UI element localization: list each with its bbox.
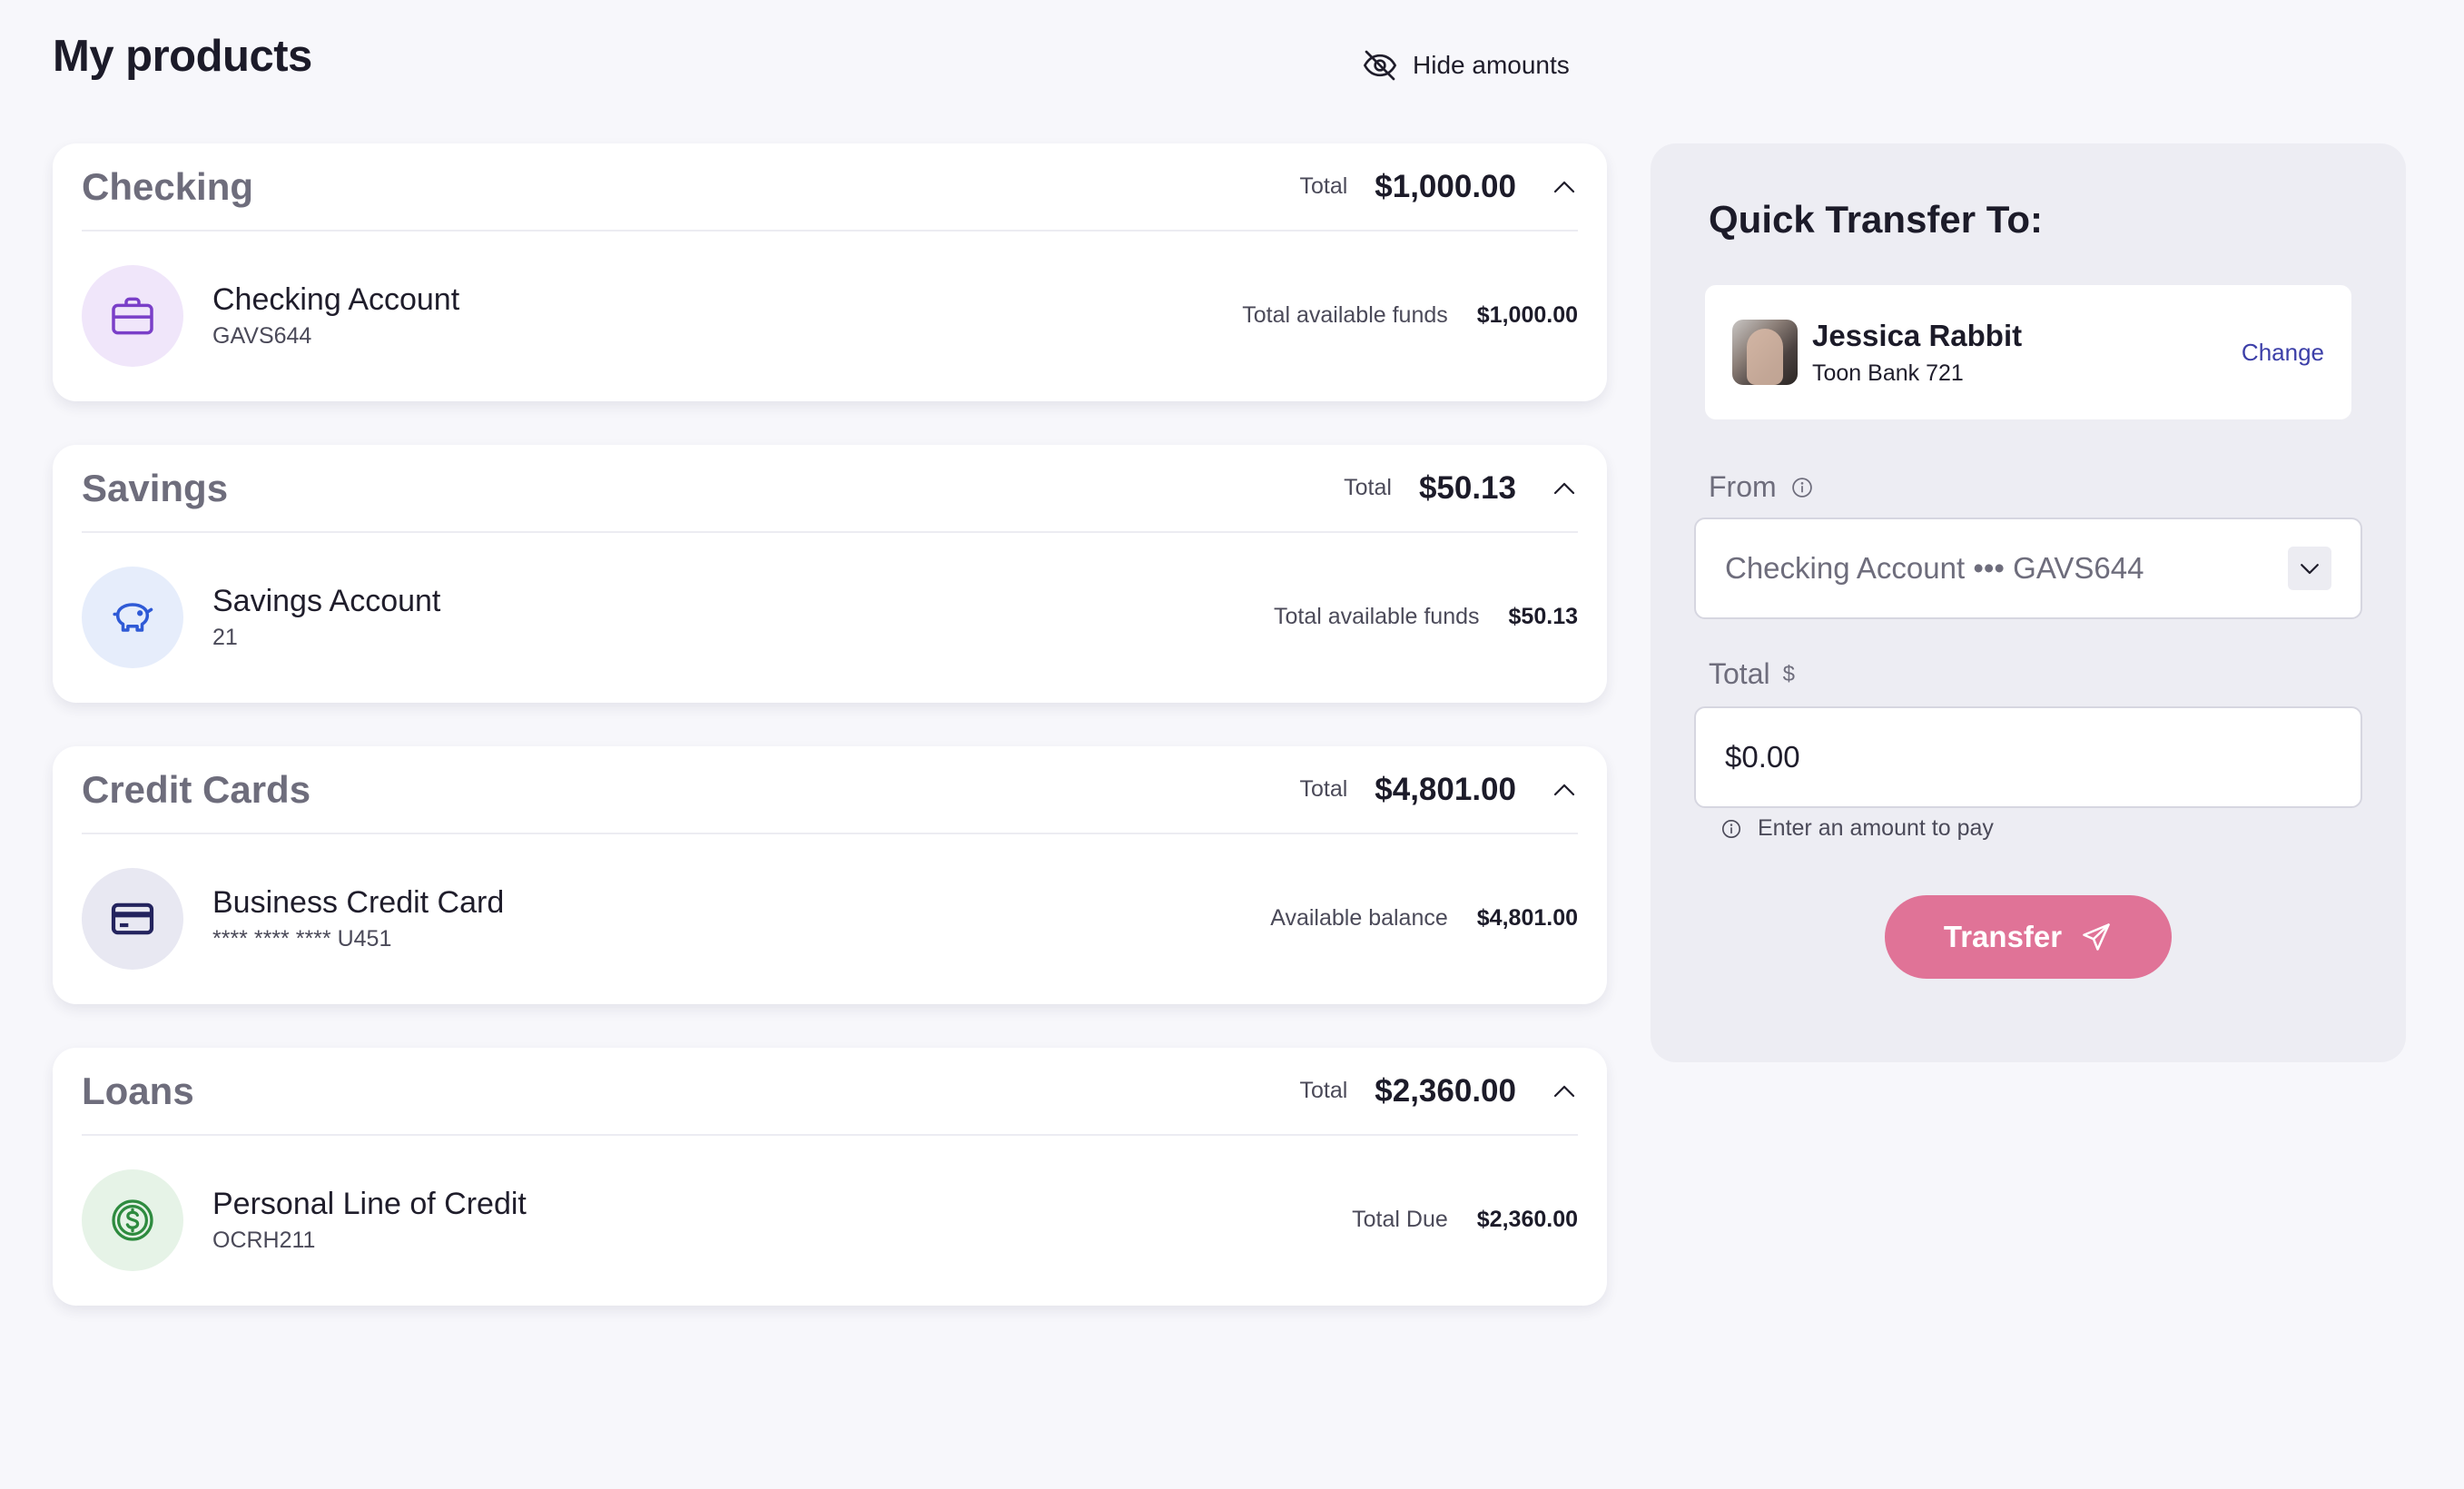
group-total-label: Total [1344,475,1392,500]
group-total-value: $4,801.00 [1375,771,1516,807]
account-number: 21 [212,625,238,651]
avatar [1732,320,1798,385]
account-number: OCRH211 [212,1228,316,1254]
account-balance-label: Total available funds [1242,302,1448,328]
hide-amounts-button[interactable]: Hide amounts [1362,45,1570,85]
account-info: Savings Account 21 [212,583,1274,652]
account-info: Checking Account GAVS644 [212,281,1242,350]
credit-card-icon [111,902,154,934]
chevron-up-icon[interactable] [1551,475,1578,502]
account-balance-value: $4,801.00 [1476,905,1578,931]
from-account-value: Checking Account ••• GAVS644 [1725,551,2144,585]
chevron-up-icon[interactable] [1551,1078,1578,1105]
group-total-label: Total [1299,173,1348,199]
amount-input[interactable] [1694,706,2362,808]
send-icon [2083,923,2110,951]
account-name: Personal Line of Credit [212,1186,527,1221]
account-row-credit-card[interactable]: Business Credit Card **** **** **** U451… [82,834,1578,1002]
chevron-up-icon[interactable] [1551,776,1578,804]
account-info: Business Credit Card **** **** **** U451 [212,884,1270,953]
recipient-info: Jessica Rabbit Toon Bank 721 [1812,319,2242,387]
recipient-bank: Toon Bank 721 [1812,360,1964,386]
group-header[interactable]: Savings Total $50.13 [82,445,1578,533]
group-title: Checking [82,164,254,208]
info-icon[interactable] [1789,475,1815,500]
from-field-label: From [1709,470,1815,504]
group-header[interactable]: Loans Total $2,360.00 [82,1048,1578,1136]
account-name: Savings Account [212,583,441,618]
select-toggle[interactable] [2288,547,2331,590]
eye-off-icon [1364,50,1396,81]
group-header[interactable]: Checking Total $1,000.00 [82,143,1578,232]
group-total-value: $50.13 [1418,469,1516,506]
info-icon [1721,819,1741,838]
quick-transfer-title: Quick Transfer To: [1709,198,2043,241]
transfer-button-label: Transfer [1943,920,2063,953]
page-title: My products [53,32,312,81]
hide-amounts-label: Hide amounts [1413,51,1570,79]
account-row-checking[interactable]: Checking Account GAVS644 Total available… [82,232,1578,399]
group-header[interactable]: Credit Cards Total $4,801.00 [82,746,1578,834]
group-title: Credit Cards [82,767,311,811]
group-title: Savings [82,466,229,509]
chevron-down-icon [2301,564,2319,575]
account-row-loan[interactable]: Personal Line of Credit OCRH211 Total Du… [82,1136,1578,1304]
account-balance-label: Available balance [1270,905,1448,931]
group-total-value: $1,000.00 [1375,168,1516,204]
account-balance-value: $1,000.00 [1476,302,1578,328]
recipient-card: Jessica Rabbit Toon Bank 721 Change [1705,285,2351,419]
from-account-select[interactable]: Checking Account ••• GAVS644 [1694,518,2362,619]
account-icon-badge [82,1169,183,1271]
quick-transfer-panel: Quick Transfer To: Jessica Rabbit Toon B… [1651,143,2406,1062]
product-list: Checking Total $1,000.00 Checking Accoun… [53,143,1607,1349]
account-balance-label: Total available funds [1273,604,1480,629]
from-label: From [1709,470,1777,503]
account-icon-badge [82,264,183,367]
change-recipient-link[interactable]: Change [2242,339,2324,367]
product-group-savings: Savings Total $50.13 Savings Account 21 … [53,445,1607,703]
product-group-loans: Loans Total $2,360.00 Personal Line of C… [53,1048,1607,1306]
group-total-value: $2,360.00 [1375,1072,1516,1109]
account-info: Personal Line of Credit OCRH211 [212,1186,1352,1255]
product-group-checking: Checking Total $1,000.00 Checking Accoun… [53,143,1607,401]
account-icon-badge [82,867,183,970]
group-title: Loans [82,1069,194,1112]
account-name: Business Credit Card [212,884,505,920]
account-name: Checking Account [212,281,460,317]
recipient-name: Jessica Rabbit [1812,318,2023,352]
amount-hint-text: Enter an amount to pay [1758,815,1994,841]
account-icon-badge [82,566,183,668]
amount-hint: Enter an amount to pay [1720,815,1994,842]
product-group-credit-cards: Credit Cards Total $4,801.00 Business Cr… [53,746,1607,1004]
group-total-label: Total [1299,1078,1348,1103]
group-total-label: Total [1299,776,1348,802]
currency-symbol: $ [1782,661,1795,686]
account-number: **** **** **** U451 [212,926,392,952]
dollar-coin-icon [112,1198,153,1241]
piggy-bank-icon [113,602,153,632]
total-label: Total [1709,657,1770,690]
chevron-up-icon[interactable] [1551,173,1578,201]
account-balance-value: $50.13 [1508,604,1578,629]
total-field-label: Total $ [1709,657,1795,691]
account-row-savings[interactable]: Savings Account 21 Total available funds… [82,533,1578,701]
account-balance-label: Total Due [1352,1207,1448,1232]
briefcase-icon [112,297,153,334]
transfer-button[interactable]: Transfer [1885,895,2172,979]
account-balance-value: $2,360.00 [1476,1207,1578,1232]
account-number: GAVS644 [212,323,312,350]
